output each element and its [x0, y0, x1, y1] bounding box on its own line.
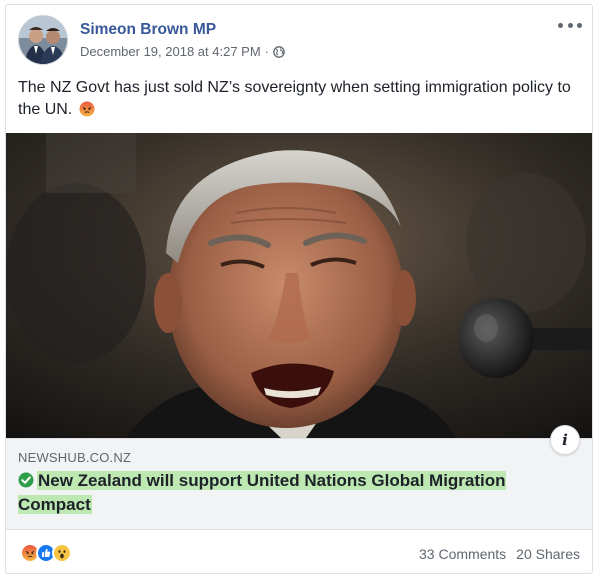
- post-timestamp[interactable]: December 19, 2018 at 4:27 PM: [80, 44, 261, 59]
- post-footer: 33 Comments 20 Shares: [6, 531, 592, 573]
- post-header: Simeon Brown MP December 19, 2018 at 4:2…: [6, 5, 592, 67]
- link-preview[interactable]: i NEWSHUB.CO.NZ New Zealand will support…: [6, 425, 592, 530]
- post-body: The NZ Govt has just sold NZ’s sovereign…: [18, 79, 571, 118]
- wow-reaction-icon: [52, 543, 72, 563]
- author-name[interactable]: Simeon Brown MP: [80, 21, 216, 39]
- post-text: The NZ Govt has just sold NZ’s sovereign…: [18, 77, 578, 121]
- engagement-counts: 33 Comments 20 Shares: [419, 546, 580, 562]
- comments-count[interactable]: 33 Comments: [419, 546, 506, 562]
- avatar[interactable]: [18, 15, 68, 65]
- info-icon[interactable]: i: [550, 425, 580, 455]
- post-card: Simeon Brown MP December 19, 2018 at 4:2…: [5, 4, 593, 574]
- angry-emoji-icon: [79, 101, 95, 117]
- globe-icon[interactable]: [273, 45, 285, 58]
- meta-separator: ·: [264, 44, 270, 59]
- link-headline-text: New Zealand will support United Nations …: [18, 471, 506, 514]
- shares-count[interactable]: 20 Shares: [516, 546, 580, 562]
- more-options-icon[interactable]: [558, 19, 582, 31]
- reactions-summary[interactable]: [20, 543, 72, 563]
- link-domain: NEWSHUB.CO.NZ: [18, 450, 132, 465]
- post-image[interactable]: [6, 133, 592, 438]
- link-headline[interactable]: New Zealand will support United Nations …: [18, 469, 578, 517]
- check-circle-icon: [18, 471, 34, 488]
- post-meta: December 19, 2018 at 4:27 PM ·: [80, 44, 285, 59]
